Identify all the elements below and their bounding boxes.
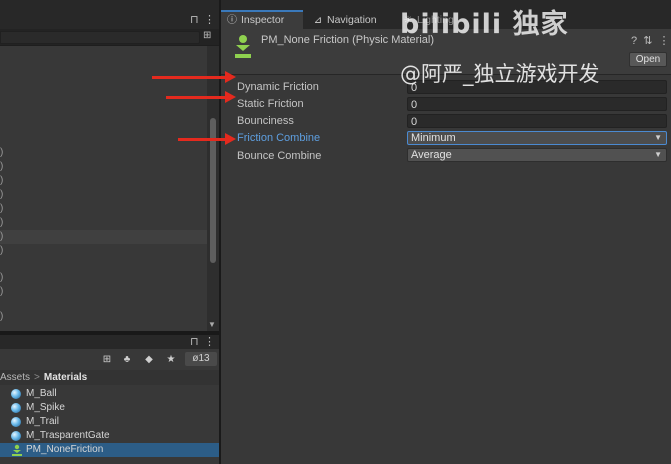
hierarchy-row[interactable]: ) — [0, 230, 207, 244]
breadcrumb-separator-icon: > — [34, 372, 40, 383]
breadcrumb: Assets > Materials — [0, 370, 219, 385]
hidden-packages-toggle[interactable]: ø13 — [185, 352, 217, 366]
static-friction-label: Static Friction — [237, 98, 304, 110]
left-panel: ⊓ ⋮ ⊞ ) ) ) ) ) ) ) ) ) ) ) ▼ ⊓ ⋮ ⊞ ♣ ◆ … — [0, 0, 219, 464]
bounce-combine-dropdown[interactable]: Average ▼ — [407, 148, 667, 162]
scroll-down-icon[interactable]: ▼ — [208, 320, 216, 329]
asset-item[interactable]: M_Spike — [0, 401, 219, 415]
hierarchy-row[interactable]: ) — [0, 271, 207, 285]
friction-combine-label: Friction Combine — [237, 132, 321, 144]
asset-item[interactable]: M_Trail — [0, 415, 219, 429]
hierarchy-row[interactable]: ) — [0, 285, 207, 299]
dropdown-value: Average — [411, 149, 452, 161]
left-top-bar — [0, 0, 219, 12]
annotation-arrow — [152, 71, 236, 83]
asset-name: M_Ball — [26, 388, 57, 399]
open-button[interactable]: Open — [629, 52, 667, 67]
bounce-combine-label: Bounce Combine — [237, 150, 322, 162]
hierarchy-row[interactable]: ) — [0, 202, 207, 216]
header-tools: ? ⇅ ⋮ — [631, 34, 669, 47]
static-friction-field[interactable]: 0 — [407, 97, 667, 111]
settings-icon[interactable]: ⇅ — [643, 35, 652, 47]
asset-name: M_Trail — [26, 416, 59, 427]
dropdown-value: Minimum — [411, 132, 456, 144]
label-filter-icon[interactable]: ◆ — [142, 353, 156, 366]
filter-type-icon[interactable]: ♣ — [120, 353, 134, 366]
tab-inspector[interactable]: ⓘ Inspector — [221, 10, 303, 31]
asset-name: M_TrasparentGate — [26, 430, 110, 441]
asset-name: M_Spike — [26, 402, 65, 413]
hierarchy-scrollbar[interactable]: ▼ — [207, 46, 219, 331]
hierarchy-search-input[interactable] — [0, 31, 200, 44]
physic-material-icon — [235, 35, 251, 58]
annotation-arrow — [178, 133, 236, 145]
tab-navigation[interactable]: ⊿ Navigation — [307, 12, 393, 29]
physic-material-icon — [12, 444, 22, 456]
friction-combine-dropdown[interactable]: Minimum ▼ — [407, 131, 667, 145]
hierarchy-row[interactable]: ) — [0, 160, 207, 174]
hierarchy-row[interactable]: ) — [0, 146, 207, 160]
asset-item[interactable]: M_Ball — [0, 387, 219, 401]
dynamic-friction-label: Dynamic Friction — [237, 81, 319, 93]
more-options-icon[interactable]: ⋮ — [204, 13, 215, 27]
chevron-down-icon: ▼ — [654, 150, 662, 159]
breadcrumb-item-assets[interactable]: Assets — [0, 372, 30, 383]
project-tab-bar: ⊓ ⋮ — [0, 335, 219, 349]
lock-icon[interactable]: ⊓ — [190, 13, 199, 27]
hierarchy-tab-bar: ⊓ ⋮ — [0, 12, 219, 29]
hierarchy-row[interactable]: ) — [0, 310, 207, 324]
tab-label: Navigation — [327, 14, 377, 26]
project-toolbar: ⊞ ♣ ◆ ★ ø13 — [0, 349, 219, 371]
favorite-star-icon[interactable]: ★ — [164, 353, 178, 366]
info-icon: ⓘ — [227, 15, 237, 26]
breadcrumb-item-materials[interactable]: Materials — [44, 372, 87, 383]
more-options-icon[interactable]: ⋮ — [204, 335, 215, 349]
hierarchy-list: ) ) ) ) ) ) ) ) ) ) ) — [0, 46, 207, 331]
help-icon[interactable]: ? — [631, 35, 637, 47]
author-watermark: @阿严_独立游戏开发 — [400, 62, 600, 86]
search-by-type-icon[interactable]: ⊞ — [100, 353, 114, 366]
scene-search-icon[interactable]: ⊞ — [203, 29, 211, 43]
bounciness-label: Bounciness — [237, 115, 294, 127]
hierarchy-search-bar: ⊞ — [0, 29, 219, 46]
asset-item[interactable]: M_TrasparentGate — [0, 429, 219, 443]
material-icon — [11, 389, 21, 399]
navigation-icon: ⊿ — [313, 15, 323, 26]
asset-name: PM_NoneFriction — [26, 444, 104, 455]
hierarchy-row[interactable]: ) — [0, 188, 207, 202]
lock-icon[interactable]: ⊓ — [190, 335, 199, 349]
material-icon — [11, 403, 21, 413]
material-icon — [11, 431, 21, 441]
hierarchy-row[interactable]: ) — [0, 216, 207, 230]
bilibili-watermark-logo: bilibili 独家 — [400, 9, 569, 40]
hierarchy-row[interactable]: ) — [0, 244, 207, 258]
tab-label: Inspector — [241, 14, 285, 26]
hierarchy-row[interactable]: ) — [0, 174, 207, 188]
annotation-arrow — [166, 91, 236, 103]
hidden-count: 13 — [198, 353, 210, 364]
material-icon — [11, 417, 21, 427]
asset-item-selected[interactable]: PM_NoneFriction — [0, 443, 219, 457]
bounciness-field[interactable]: 0 — [407, 114, 667, 128]
more-options-icon[interactable]: ⋮ — [658, 35, 669, 47]
chevron-down-icon: ▼ — [654, 133, 662, 142]
